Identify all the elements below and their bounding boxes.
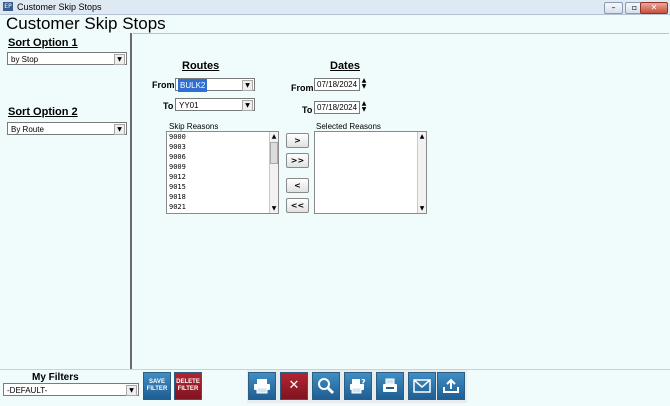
envelope-icon [413, 379, 431, 393]
close-window-button[interactable]: ✕ [640, 2, 668, 14]
print-preview-button[interactable]: ? [344, 372, 372, 400]
routes-from-value: BULK2 [178, 79, 208, 92]
close-icon: ✕ [288, 378, 300, 393]
scroll-down-icon[interactable]: ▼ [418, 204, 426, 213]
search-icon [318, 378, 335, 395]
chevron-down-icon[interactable]: ▼ [114, 54, 125, 65]
scroll-thumb[interactable] [270, 142, 278, 164]
page-title: Customer Skip Stops [6, 14, 166, 33]
list-item[interactable]: 9000 [167, 132, 278, 142]
svg-text:?: ? [361, 378, 366, 387]
fax-icon [383, 378, 397, 392]
list-item[interactable]: 9021 [167, 202, 278, 212]
save-filter-button[interactable]: SAVE FILTER [143, 372, 171, 400]
window-titlebar: EP Customer Skip Stops – ▫ ✕ [0, 0, 670, 15]
delete-filter-button[interactable]: DELETE FILTER [174, 372, 202, 400]
dates-to-label: To [302, 105, 313, 115]
scroll-down-icon[interactable]: ▼ [270, 204, 278, 213]
chevron-down-icon[interactable]: ▼ [242, 80, 253, 91]
remove-reason-button[interactable]: < [286, 178, 309, 193]
minimize-button[interactable]: – [604, 2, 623, 14]
dates-from-label: From [291, 83, 314, 93]
sort-option-1-select[interactable]: by Stop ▼ [7, 52, 127, 65]
date-from-spinner[interactable]: ▲ ▼ [360, 78, 368, 91]
printer-icon [254, 379, 270, 394]
sort-option-2-select[interactable]: By Route ▼ [7, 122, 127, 135]
export-button[interactable] [437, 372, 465, 400]
scroll-up-icon[interactable]: ▲ [270, 132, 278, 141]
routes-to-select[interactable]: YY01 ▼ [175, 98, 255, 111]
dates-title: Dates [330, 60, 360, 72]
routes-from-select[interactable]: BULK2 ▼ [175, 78, 255, 92]
date-to-spinner[interactable]: ▲ ▼ [360, 101, 368, 114]
email-button[interactable] [408, 372, 436, 400]
sort-option-1-label: Sort Option 1 [8, 37, 78, 49]
skip-reasons-list[interactable]: 9000 9003 9006 9009 9012 9015 9018 9021 … [166, 131, 279, 214]
list-item[interactable]: 9006 [167, 152, 278, 162]
chevron-down-icon[interactable]: ▼ [126, 385, 137, 396]
scroll-up-icon[interactable]: ▲ [418, 132, 426, 141]
routes-title: Routes [182, 60, 220, 72]
my-filters-value: -DEFAULT- [7, 386, 48, 395]
list-item[interactable]: 9015 [167, 182, 278, 192]
fax-button[interactable] [376, 372, 404, 400]
chevron-down-icon[interactable]: ▼ [242, 100, 253, 111]
routes-to-value: YY01 [179, 101, 199, 110]
skip-reasons-scrollbar[interactable]: ▲ ▼ [269, 132, 278, 213]
print-button[interactable] [248, 372, 276, 400]
upload-icon [443, 378, 459, 393]
date-to-input[interactable]: 07/18/2024 [314, 101, 360, 114]
my-filters-select[interactable]: -DEFAULT- ▼ [3, 383, 139, 396]
skip-reasons-label: Skip Reasons [169, 122, 219, 131]
sort-option-2-label: Sort Option 2 [8, 106, 78, 118]
list-item[interactable]: 9009 [167, 162, 278, 172]
selected-reasons-label: Selected Reasons [316, 122, 381, 131]
print-help-icon: ? [350, 378, 366, 394]
chevron-down-icon[interactable]: ▼ [114, 124, 125, 135]
sort-option-1-value: by Stop [11, 55, 39, 64]
list-item[interactable]: 9012 [167, 172, 278, 182]
selected-reasons-scrollbar[interactable]: ▲ ▼ [417, 132, 426, 213]
add-all-reasons-button[interactable]: >> [286, 153, 309, 168]
list-item[interactable]: 9018 [167, 192, 278, 202]
add-reason-button[interactable]: > [286, 133, 309, 148]
search-button[interactable] [312, 372, 340, 400]
my-filters-label: My Filters [32, 372, 79, 383]
list-item[interactable]: 9003 [167, 142, 278, 152]
date-from-input[interactable]: 07/18/2024 [314, 78, 360, 91]
remove-all-reasons-button[interactable]: << [286, 198, 309, 213]
filter-main-pane: Routes From BULK2 ▼ To YY01 ▼ Dates From… [133, 33, 669, 370]
routes-from-label: From [152, 80, 175, 90]
app-icon: EP [3, 2, 13, 11]
delete-filter-label: DELETE FILTER [176, 379, 200, 392]
sort-options-pane: Sort Option 1 by Stop ▼ Sort Option 2 By… [3, 33, 132, 369]
sort-option-2-value: By Route [11, 125, 44, 134]
save-filter-label: SAVE FILTER [146, 379, 168, 392]
routes-to-label: To [163, 101, 174, 111]
selected-reasons-list[interactable]: ▲ ▼ [314, 131, 427, 214]
window-title: Customer Skip Stops [17, 2, 102, 12]
cancel-button[interactable]: ✕ [280, 372, 308, 400]
